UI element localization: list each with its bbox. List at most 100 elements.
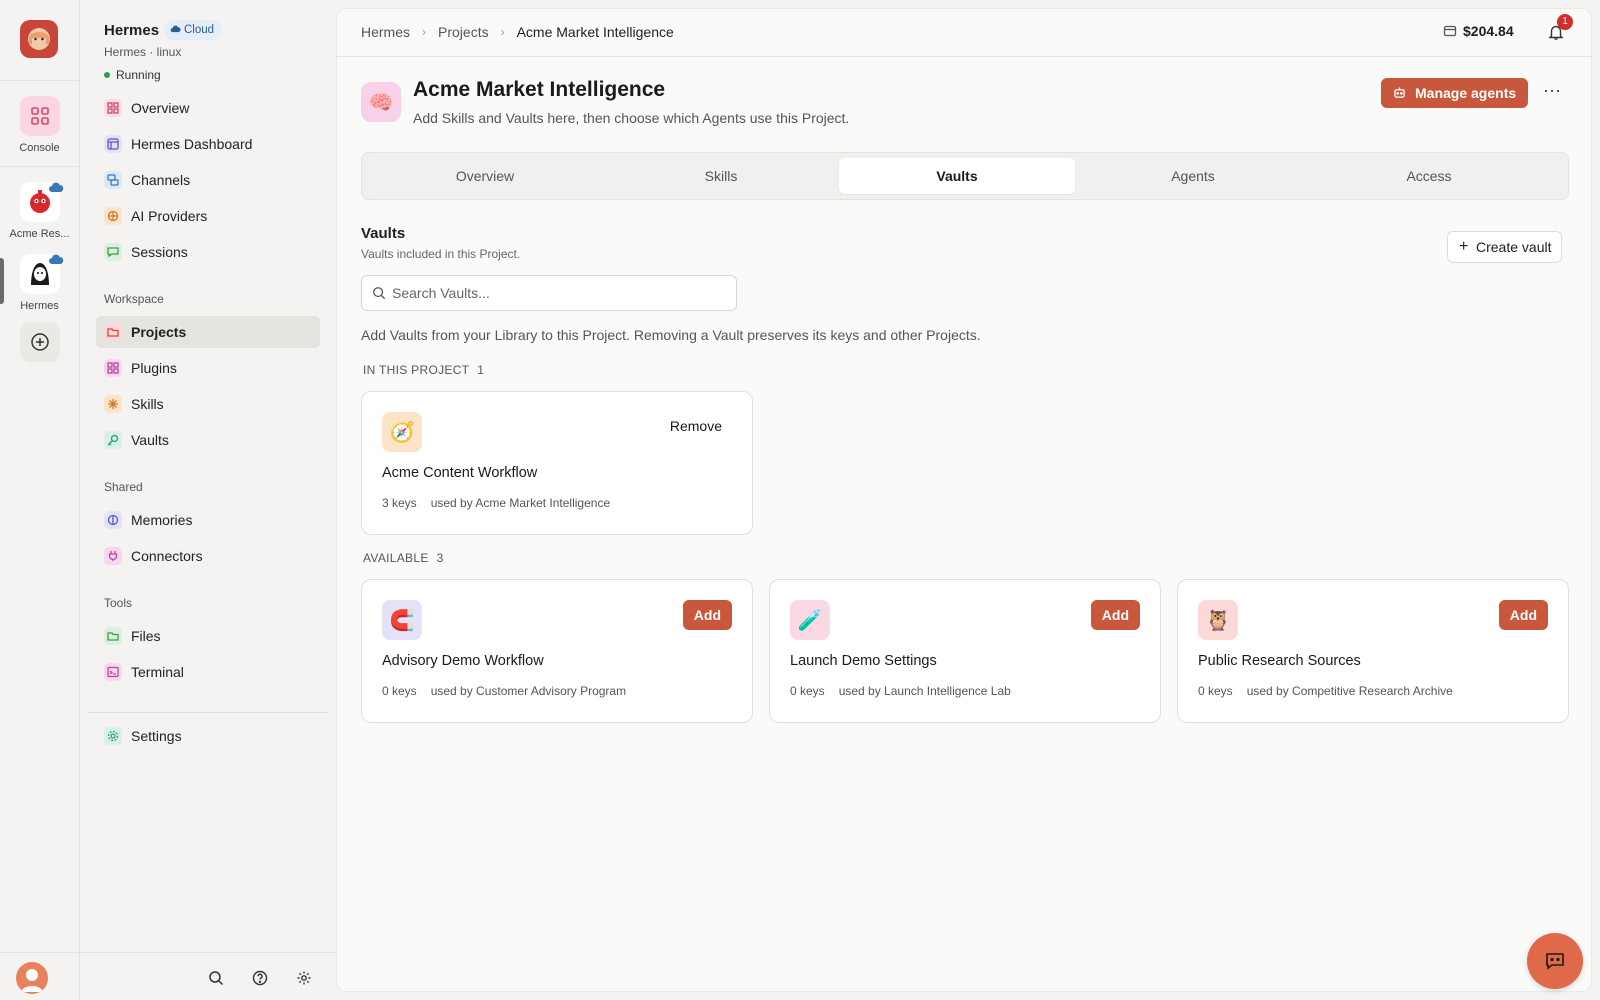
rail-agent-acme[interactable]: Acme Res... <box>0 182 79 240</box>
page-description: Add Skills and Vaults here, then choose … <box>413 110 850 126</box>
remove-button[interactable]: Remove <box>670 418 722 434</box>
app-logo[interactable] <box>20 20 58 58</box>
nav-label: Sessions <box>131 244 188 260</box>
nav-label: Overview <box>131 100 190 116</box>
cloud-badge-label: Cloud <box>184 24 215 36</box>
nav-files[interactable]: Files <box>96 620 320 652</box>
nav-plugins[interactable]: Plugins <box>96 352 320 384</box>
vault-title: Launch Demo Settings <box>790 653 937 669</box>
vault-card: 🧪 Add Launch Demo Settings 0 keys used by… <box>769 579 1161 723</box>
gear-icon <box>104 727 122 745</box>
rail-console[interactable]: Console <box>0 96 79 154</box>
nav-projects[interactable]: Projects <box>96 316 320 348</box>
chat-button[interactable] <box>1527 933 1583 989</box>
search-icon <box>373 287 386 300</box>
group-label-text: IN THIS PROJECT <box>363 363 470 377</box>
add-button[interactable]: Add <box>1090 600 1140 630</box>
terminal-icon <box>104 663 122 681</box>
vault-title: Acme Content Workflow <box>382 465 538 481</box>
manage-agents-label: Manage agents <box>1415 85 1517 101</box>
sidebar: Hermes Cloud Hermes · linux Running Over… <box>80 0 336 1000</box>
plug-icon <box>104 547 122 565</box>
gear-icon[interactable] <box>294 968 314 988</box>
channels-icon <box>104 171 122 189</box>
add-button[interactable]: Add <box>1498 600 1548 630</box>
nav-channels[interactable]: Channels <box>96 164 320 196</box>
nav-label: Connectors <box>131 548 203 564</box>
app-rail: Console Acme Res... Hermes <box>0 0 80 1000</box>
create-vault-label: Create vault <box>1476 239 1552 255</box>
group-count: 1 <box>477 363 485 377</box>
balance-display[interactable]: $204.84 <box>1443 23 1514 39</box>
vault-used-by: used by Acme Market Intelligence <box>430 496 611 510</box>
grid-icon <box>104 99 122 117</box>
nav-skills[interactable]: Skills <box>96 388 320 420</box>
nav-hermes-dashboard[interactable]: Hermes Dashboard <box>96 128 320 160</box>
vault-used-by: used by Launch Intelligence Lab <box>838 684 1011 698</box>
breadcrumb: Hermes › Projects › Acme Market Intellig… <box>361 24 674 40</box>
tab-vaults[interactable]: Vaults <box>839 158 1075 194</box>
more-options-icon[interactable]: ··· <box>1540 81 1564 105</box>
section-tools: Tools <box>104 596 133 610</box>
robot-icon <box>1394 87 1405 98</box>
group-label-available: AVAILABLE 3 <box>363 551 444 565</box>
vault-used-by: used by Competitive Research Archive <box>1246 684 1453 698</box>
vault-card: 🧭 Remove Acme Content Workflow 3 keys use… <box>361 391 753 535</box>
vault-used-by: used by Customer Advisory Program <box>430 684 627 698</box>
tab-overview[interactable]: Overview <box>367 158 603 194</box>
cloud-badge: Cloud <box>164 20 223 40</box>
vault-keys: 0 keys <box>1198 684 1233 698</box>
sidebar-divider <box>88 712 328 713</box>
puzzle-icon <box>104 359 122 377</box>
search-icon[interactable] <box>206 968 226 988</box>
wallet-icon <box>1443 25 1457 37</box>
group-label-in-project: IN THIS PROJECT 1 <box>363 363 484 377</box>
section-subheading: Vaults included in this Project. <box>361 247 521 261</box>
vault-title: Public Research Sources <box>1198 653 1361 669</box>
nav-vaults[interactable]: Vaults <box>96 424 320 456</box>
magnet-icon: 🧲 <box>382 600 422 640</box>
nav-label: Memories <box>131 512 193 528</box>
tab-agents[interactable]: Agents <box>1075 158 1311 194</box>
vault-keys: 3 keys <box>382 496 417 510</box>
nav-settings[interactable]: Settings <box>96 720 320 752</box>
compass-icon: 🧭 <box>382 412 422 452</box>
rail-agent-hermes[interactable]: Hermes <box>0 254 79 312</box>
section-shared: Shared <box>104 480 143 494</box>
file-folder-icon <box>104 627 122 645</box>
nav-label: Plugins <box>131 360 177 376</box>
nav-label: Projects <box>131 324 187 340</box>
tab-bar: Overview Skills Vaults Agents Access <box>361 152 1569 200</box>
vault-meta: 0 keys used by Customer Advisory Program <box>382 684 626 698</box>
sidebar-footer <box>0 952 336 1000</box>
create-vault-button[interactable]: + Create vault <box>1447 231 1563 263</box>
vault-meta: 3 keys used by Acme Market Intelligence <box>382 496 610 510</box>
breadcrumb-projects[interactable]: Projects <box>438 24 489 40</box>
tab-skills[interactable]: Skills <box>603 158 839 194</box>
nav-overview[interactable]: Overview <box>96 92 320 124</box>
plus-icon: + <box>1459 238 1469 255</box>
search-input[interactable] <box>392 283 722 303</box>
nav-terminal[interactable]: Terminal <box>96 656 320 688</box>
chat-icon <box>1546 953 1564 970</box>
manage-agents-button[interactable]: Manage agents <box>1381 78 1529 108</box>
help-icon[interactable] <box>250 968 270 988</box>
rail-add-agent[interactable] <box>0 322 79 368</box>
nav-label: Channels <box>131 172 191 188</box>
breadcrumb-hermes[interactable]: Hermes <box>361 24 410 40</box>
nav-sessions[interactable]: Sessions <box>96 236 320 268</box>
nav-ai-providers[interactable]: AI Providers <box>96 200 320 232</box>
cloud-icon <box>49 254 64 264</box>
top-bar: Hermes › Projects › Acme Market Intellig… <box>337 9 1591 57</box>
nav-memories[interactable]: Memories <box>96 504 320 536</box>
add-button[interactable]: Add <box>682 600 732 630</box>
nav-label: Hermes Dashboard <box>131 136 253 152</box>
group-label-text: AVAILABLE <box>363 551 429 565</box>
search-field[interactable] <box>361 275 737 311</box>
tab-access[interactable]: Access <box>1311 158 1547 194</box>
rail-console-label: Console <box>19 142 60 154</box>
vault-keys: 0 keys <box>382 684 417 698</box>
group-count: 3 <box>436 551 444 565</box>
user-avatar[interactable] <box>16 962 48 994</box>
nav-connectors[interactable]: Connectors <box>96 540 320 572</box>
